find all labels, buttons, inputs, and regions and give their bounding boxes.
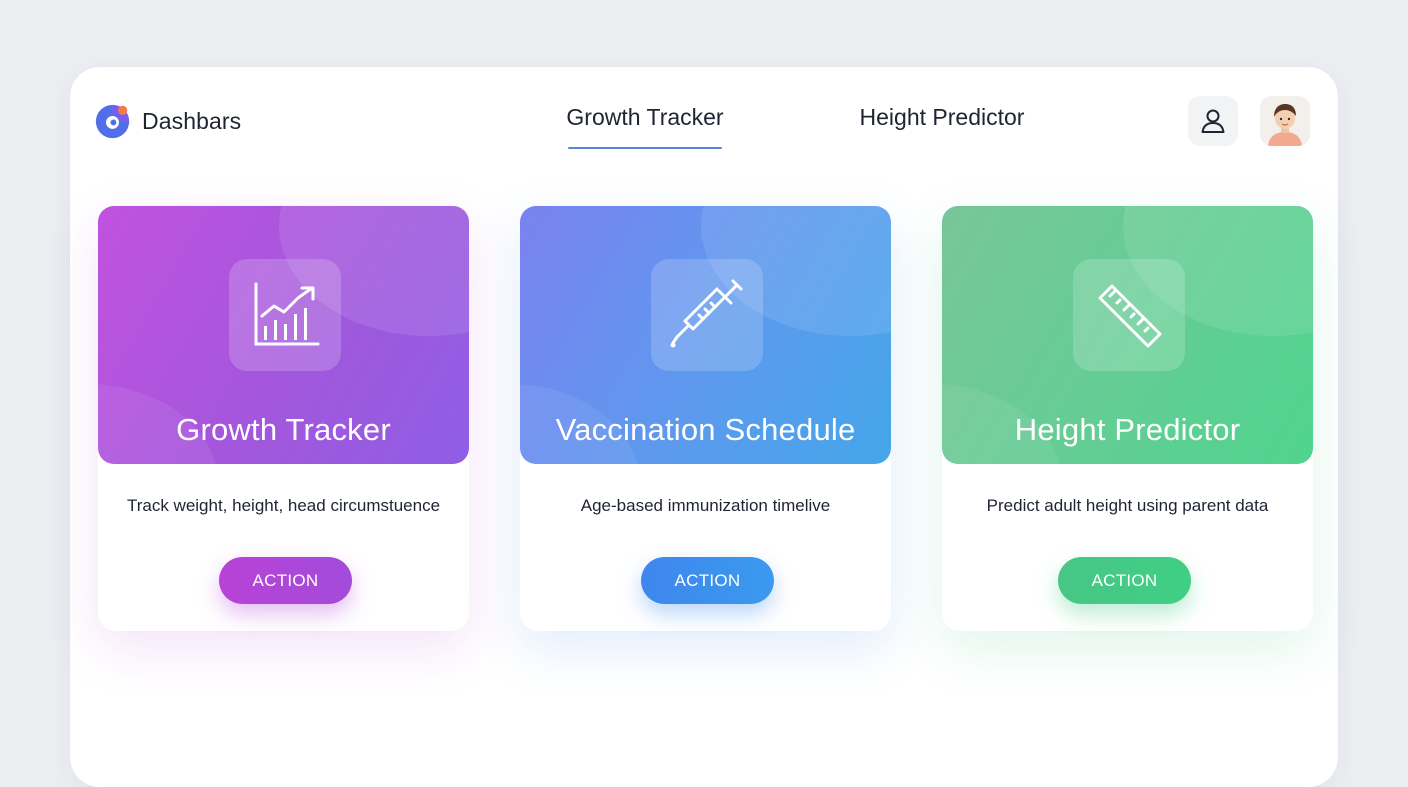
card-vaccination-schedule[interactable]: Vaccination Schedule Age-based immunizat… <box>520 206 891 631</box>
brand-logo-icon <box>95 104 130 139</box>
icon-tile <box>651 259 763 371</box>
card-growth-tracker[interactable]: Growth Tracker Track weight, height, hea… <box>98 206 469 631</box>
user-icon <box>1201 109 1225 133</box>
avatar <box>1260 96 1310 146</box>
card-hero: Vaccination Schedule <box>520 206 891 464</box>
icon-tile <box>229 259 341 371</box>
card-description: Track weight, height, head circumstuence <box>126 496 441 515</box>
action-button[interactable]: ACTION <box>641 557 774 604</box>
action-button[interactable]: ACTION <box>1058 557 1191 604</box>
syringe-icon <box>670 279 743 348</box>
icon-tile <box>1073 259 1185 371</box>
ruler-icon <box>1098 284 1162 348</box>
tab-label: Growth Tracker <box>566 104 724 130</box>
avatar-button[interactable] <box>1260 96 1310 146</box>
brand-name: Dashbars <box>142 108 242 134</box>
active-tab-underline <box>568 147 722 149</box>
card-description: Predict adult height using parent data <box>986 496 1269 515</box>
card-hero: Growth Tracker <box>98 206 469 464</box>
card-hero: Height Predictor <box>942 206 1313 464</box>
card-title: Height Predictor <box>1014 412 1241 447</box>
card-description: Age-based immunization timelive <box>580 496 831 515</box>
tab-growth-tracker[interactable]: Growth Tracker <box>550 104 740 149</box>
card-title: Growth Tracker <box>176 412 391 447</box>
tab-label: Height Predictor <box>859 104 1025 130</box>
card-height-predictor[interactable]: Height Predictor Predict adult height us… <box>942 206 1313 631</box>
card-title: Vaccination Schedule <box>555 412 856 447</box>
action-button[interactable]: ACTION <box>219 557 352 604</box>
dashboard-panel: Dashbars Growth Tracker Height Predictor <box>70 67 1338 787</box>
user-profile-button[interactable] <box>1188 96 1238 146</box>
tab-height-predictor[interactable]: Height Predictor <box>842 104 1042 131</box>
brand[interactable]: Dashbars <box>94 103 241 140</box>
growth-chart-icon <box>254 282 320 346</box>
